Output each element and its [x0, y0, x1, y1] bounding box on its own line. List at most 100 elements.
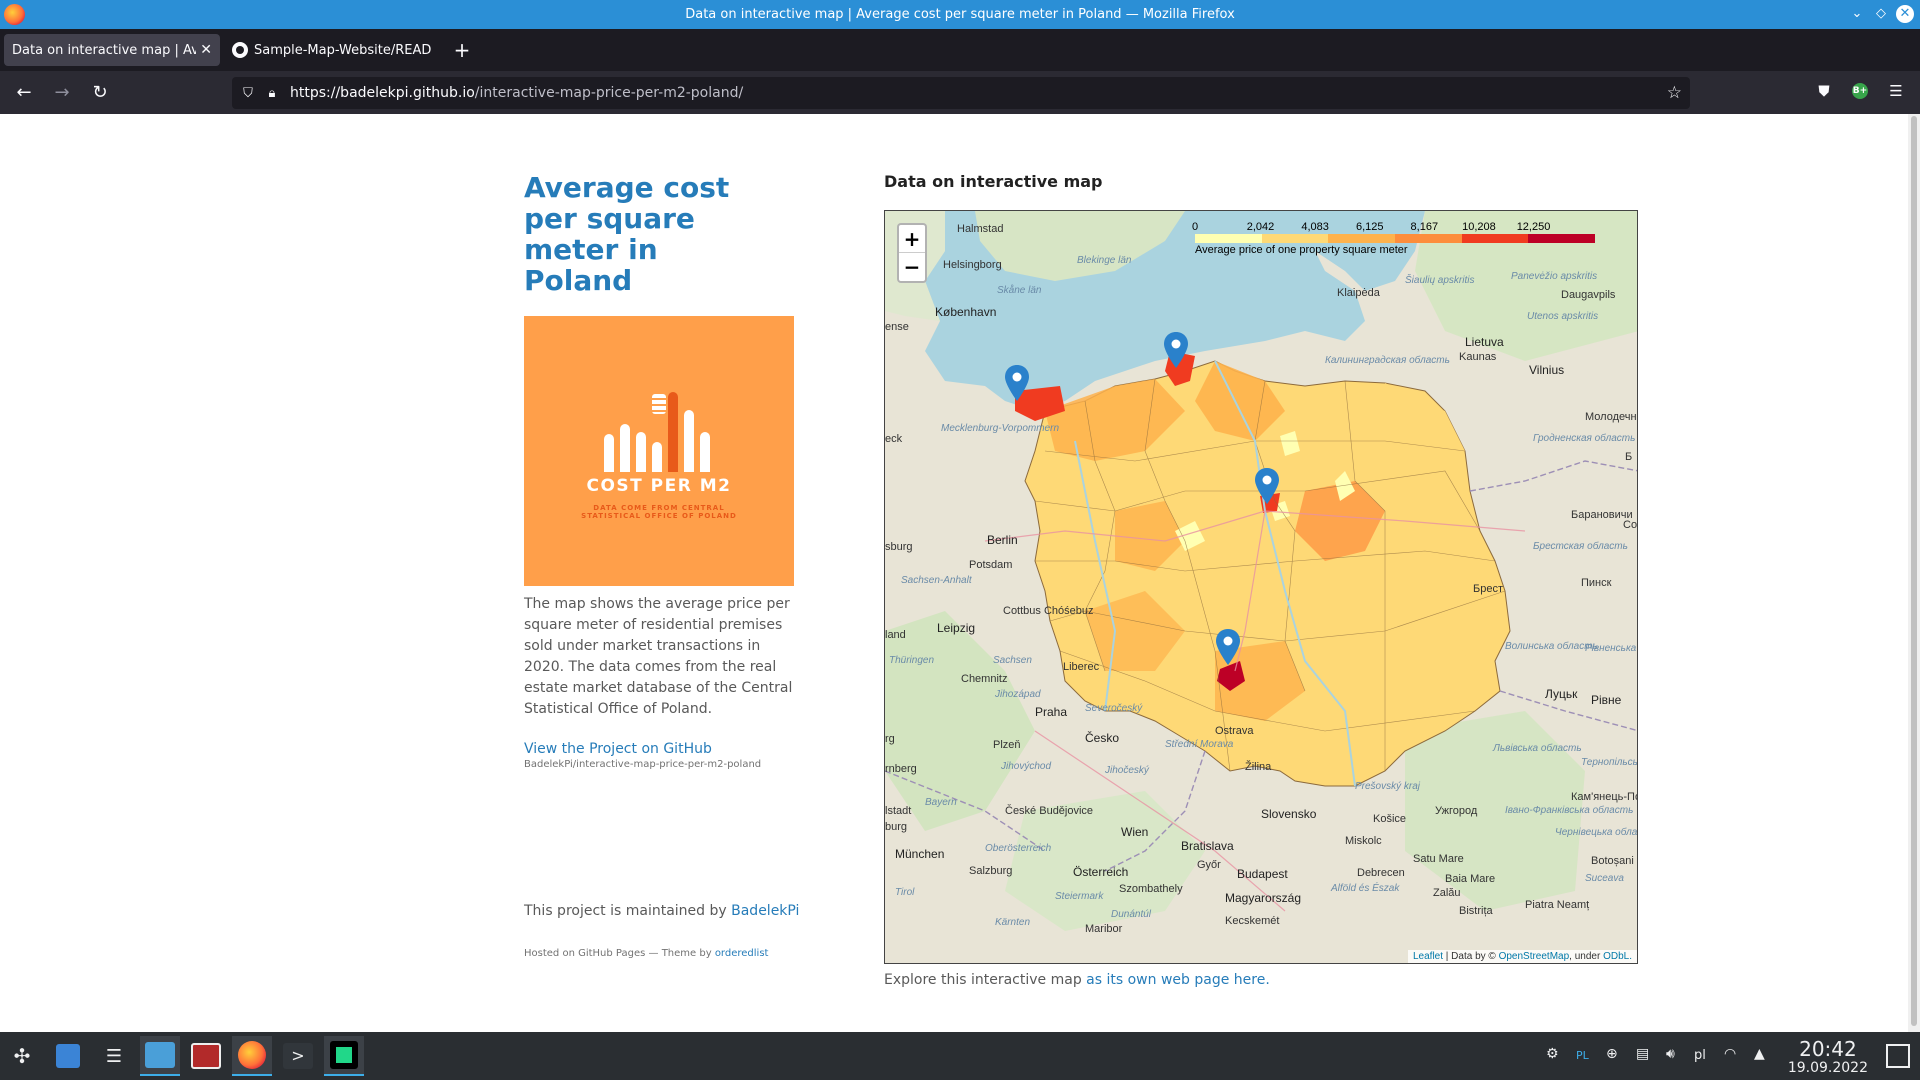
logo-bar — [700, 432, 710, 472]
extension-button[interactable]: B+ — [1848, 79, 1872, 103]
map-label: Wien — [1121, 825, 1149, 839]
tray-expand-icon[interactable]: ▲ — [1754, 1046, 1765, 1062]
reload-button[interactable]: ↻ — [86, 79, 114, 107]
zoom-out-button[interactable]: − — [899, 253, 925, 281]
map-marker[interactable] — [1255, 468, 1279, 504]
map-label: Bayern — [925, 797, 957, 808]
new-tab-button[interactable]: + — [450, 38, 474, 62]
maximize-icon[interactable]: ◇ — [1872, 5, 1890, 23]
legend-tick: 2,042 — [1246, 221, 1275, 233]
map-label: Bratislava — [1181, 839, 1234, 853]
map-label: Kaunas — [1459, 351, 1497, 363]
tab-strip: Data on interactive map | Average cost p… — [0, 29, 1920, 71]
map-label: Potsdam — [969, 559, 1013, 571]
map-label: Alföld és Észak — [1331, 883, 1400, 894]
odbl-link[interactable]: ODbL. — [1603, 951, 1632, 962]
url-bar[interactable]: ⛉ 🔒︎ https://badelekpi.github.io/interac… — [232, 77, 1690, 109]
lock-icon[interactable]: 🔒︎ — [264, 85, 280, 101]
map-label: Berlin — [987, 533, 1018, 547]
clipboard-icon[interactable]: ▤ — [1636, 1046, 1649, 1062]
theme-link[interactable]: orderedlist — [715, 948, 769, 959]
maintainer-link[interactable]: BadelekPi — [731, 903, 799, 919]
map-label: Magyarország — [1225, 891, 1302, 905]
bookmark-star-icon[interactable]: ☆ — [1667, 83, 1682, 103]
map-label: Slovensko — [1261, 807, 1317, 821]
map-label: Bistrița — [1459, 905, 1493, 917]
app-launcher-icon[interactable]: ✣ — [2, 1036, 42, 1076]
menu-icon[interactable]: ☰ — [1884, 79, 1908, 103]
back-button[interactable]: ← — [10, 79, 38, 107]
map-label: Österreich — [1073, 865, 1129, 879]
scrollbar-thumb[interactable] — [1911, 116, 1917, 1026]
legend-swatch — [1195, 234, 1262, 243]
update-icon[interactable]: ⊕ — [1606, 1046, 1618, 1062]
close-icon[interactable]: ✕ — [1896, 5, 1914, 23]
pycharm-icon[interactable] — [324, 1036, 364, 1076]
notifications-icon[interactable]: ⚙ — [1546, 1046, 1559, 1062]
map-label: Praha — [1035, 705, 1068, 719]
map-label: Cottbus Chóśebuz — [1003, 605, 1094, 617]
legend-tick: 4,083 — [1301, 221, 1329, 233]
map-marker[interactable] — [1216, 629, 1240, 665]
map-label: Брестская область — [1533, 541, 1628, 552]
map-label: Střední Morava — [1165, 739, 1234, 750]
map-label: Рівненська область — [1585, 643, 1637, 654]
legend-color-scale — [1195, 234, 1596, 243]
project-logo: COST PER M2 DATA COME FROM CENTRAL STATI… — [524, 316, 794, 586]
page-scrollbar[interactable] — [1908, 114, 1920, 1032]
pocket-icon[interactable]: ⛊ — [1812, 79, 1836, 103]
map-legend: 0 2,042 4,083 6,125 8,167 10,208 12,250 … — [1191, 221, 1615, 256]
map-label: Žilina — [1245, 761, 1272, 773]
logo-subtitle: DATA COME FROM CENTRAL STATISTICAL OFFIC… — [581, 504, 737, 520]
map-label: Івано-Франківська область — [1505, 805, 1634, 816]
map-label: Oberösterreich — [985, 843, 1052, 854]
map-label: Debrecen — [1357, 867, 1405, 879]
system-settings-icon[interactable]: ☰ — [94, 1036, 134, 1076]
osm-link[interactable]: OpenStreetMap — [1499, 951, 1570, 962]
close-tab-icon[interactable]: ✕ — [200, 42, 212, 58]
github-project-link[interactable]: View the Project on GitHub — [524, 741, 796, 757]
map-label: Daugavpils — [1561, 289, 1616, 301]
map-label: Šiaulių apskritis — [1405, 275, 1475, 286]
tab-interactive-map[interactable]: Data on interactive map | Average cost p… — [4, 34, 220, 66]
map-label: Kärnten — [995, 917, 1031, 928]
url-text[interactable]: https://badelekpi.github.io/interactive-… — [290, 85, 743, 101]
konsole-icon[interactable]: > — [278, 1036, 318, 1076]
web-page: Average cost per square meter in Poland … — [0, 114, 1908, 1032]
terminal-app-icon[interactable] — [186, 1036, 226, 1076]
map-marker[interactable] — [1164, 332, 1188, 368]
map-page-link[interactable]: as its own web page here. — [1086, 972, 1270, 988]
forward-button[interactable]: → — [48, 79, 76, 107]
map-label: Helsingborg — [943, 259, 1002, 271]
language-indicator[interactable]: pl — [1694, 1048, 1706, 1063]
legend-tick: 8,167 — [1410, 221, 1439, 233]
map-label: Jihovýchod — [1001, 761, 1052, 772]
extension-badge: B+ — [1852, 83, 1868, 99]
tab-label: Sample-Map-Website/README.md — [254, 42, 432, 58]
map-label: Брест — [1473, 583, 1503, 595]
clock[interactable]: 20:42 19.09.2022 — [1788, 1038, 1868, 1076]
zoom-in-button[interactable]: + — [899, 225, 925, 253]
map-marker[interactable] — [1005, 365, 1029, 401]
map-label: Plzeň — [993, 739, 1021, 751]
interactive-map[interactable]: Halmstad Helsingborg Skåne län Blekinge … — [884, 210, 1638, 964]
file-manager-icon[interactable] — [140, 1036, 180, 1076]
show-desktop-icon[interactable] — [1878, 1036, 1918, 1076]
leaflet-link[interactable]: Leaflet — [1413, 951, 1443, 962]
map-label: Чернівецька область — [1555, 827, 1638, 838]
keyboard-layout-indicator[interactable]: PL — [1576, 1049, 1589, 1062]
volume-icon[interactable]: 🔊︎ — [1666, 1046, 1675, 1062]
tab-readme[interactable]: Sample-Map-Website/README.md — [224, 34, 440, 66]
map-label: Győr — [1197, 859, 1221, 871]
legend-tick: 0 — [1191, 221, 1199, 233]
shield-icon[interactable]: ⛉ — [240, 85, 256, 101]
map-label: Botoșani — [1591, 855, 1634, 867]
wifi-icon[interactable]: ◠ — [1724, 1046, 1736, 1062]
explore-note: Explore this interactive map as its own … — [884, 972, 1270, 988]
discover-store-icon[interactable] — [48, 1036, 88, 1076]
map-label: Sachsen-Anhalt — [901, 575, 972, 586]
minimize-icon[interactable]: ⌄ — [1848, 5, 1866, 23]
map-label: Szombathely — [1119, 883, 1183, 895]
firefox-taskbar-icon[interactable] — [232, 1036, 272, 1076]
legend-swatch — [1395, 234, 1462, 243]
